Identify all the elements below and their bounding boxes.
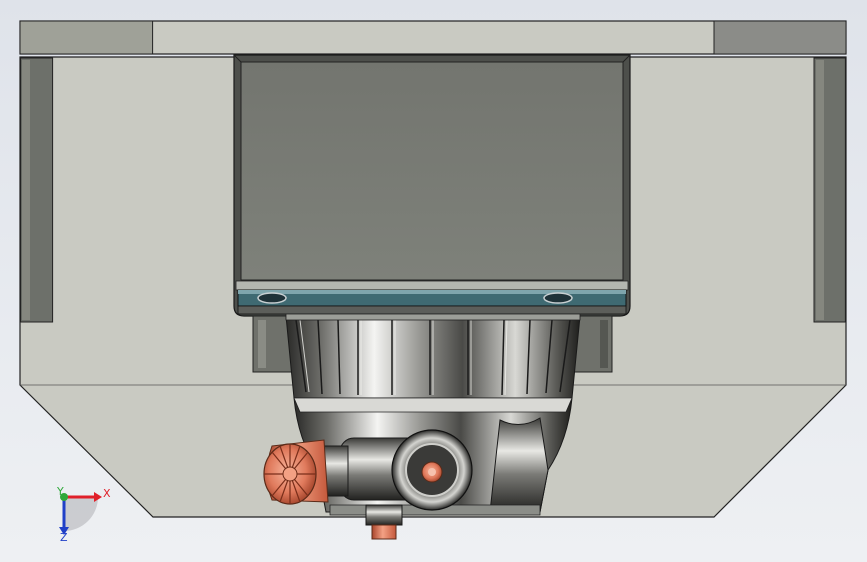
- frame-top-plate: [19, 20, 847, 55]
- finned-body: [285, 313, 581, 399]
- cad-graphics-viewport[interactable]: X Y Z: [0, 0, 867, 562]
- x-arrow-icon: [94, 492, 102, 502]
- frame-left-rail: [20, 57, 54, 323]
- triad-z-label: Z: [60, 531, 68, 544]
- housing-box: [233, 54, 631, 317]
- mounting-plate: [237, 289, 627, 315]
- triad-y-label: Y: [56, 485, 64, 498]
- frame-right-rail: [813, 57, 846, 323]
- copper-knob: [263, 439, 349, 505]
- bottom-fitting: [365, 504, 403, 540]
- triad-x-label: X: [103, 487, 111, 500]
- reference-triad: X Y Z: [56, 485, 111, 544]
- front-port: [339, 429, 473, 511]
